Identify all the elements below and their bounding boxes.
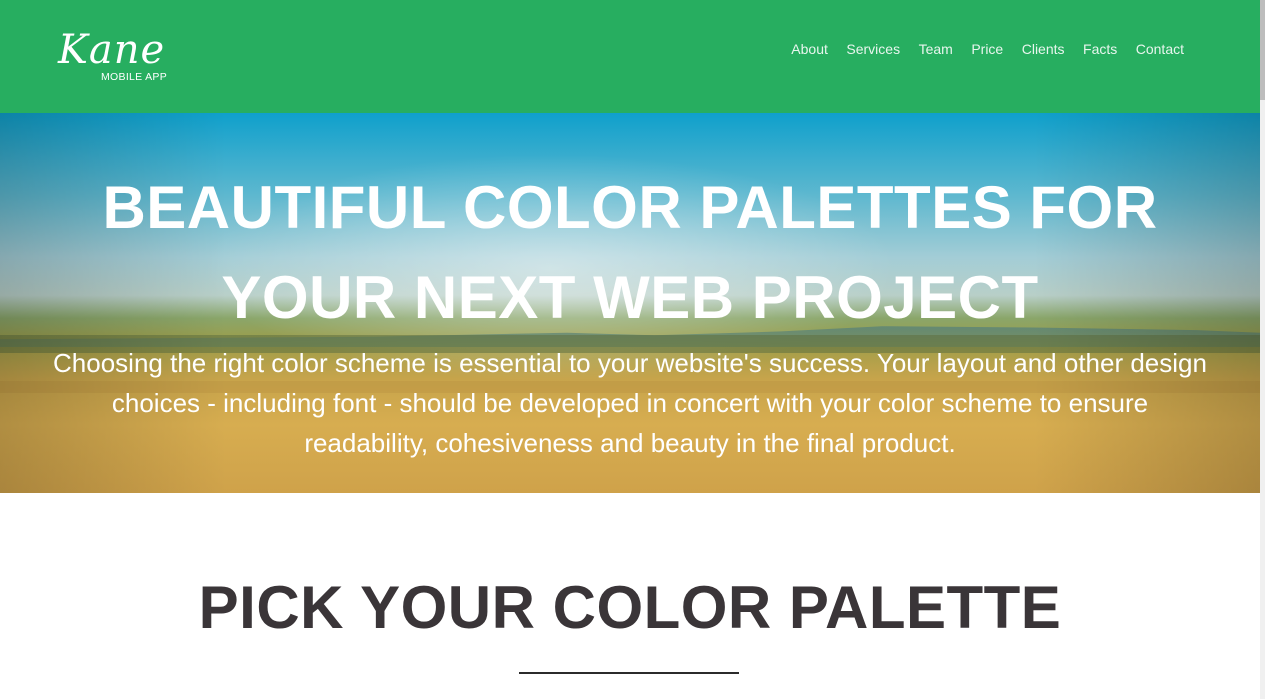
section-divider	[519, 672, 739, 674]
logo-wordmark: Kane	[58, 27, 166, 73]
hero-title-line-1: BEAUTIFUL COLOR PALETTES FOR	[102, 174, 1158, 241]
hero-description: Choosing the right color scheme is essen…	[53, 348, 1207, 458]
scrollbar-thumb[interactable]	[1260, 0, 1265, 100]
nav-about[interactable]: About	[791, 40, 828, 58]
nav-services[interactable]: Services	[846, 40, 900, 58]
page: Kane MOBILE APP About Services Team Pric…	[0, 0, 1260, 699]
nav-clients[interactable]: Clients	[1022, 40, 1065, 58]
logo-tagline: MOBILE APP	[101, 71, 168, 83]
scrollbar-track[interactable]	[1260, 0, 1265, 699]
hero-banner: BEAUTIFUL COLOR PALETTES FOR YOUR NEXT W…	[0, 113, 1260, 493]
main-nav: About Services Team Price Clients Facts …	[791, 40, 1184, 58]
section-title: PICK YOUR COLOR PALETTE	[198, 574, 1062, 641]
nav-team[interactable]: Team	[919, 40, 953, 58]
hero-title: BEAUTIFUL COLOR PALETTES FOR YOUR NEXT W…	[0, 163, 1260, 343]
nav-facts[interactable]: Facts	[1083, 40, 1117, 58]
logo[interactable]: Kane MOBILE APP	[58, 26, 188, 88]
nav-contact[interactable]: Contact	[1136, 40, 1184, 58]
nav-price[interactable]: Price	[971, 40, 1003, 58]
site-header: Kane MOBILE APP About Services Team Pric…	[0, 0, 1260, 113]
hero-title-line-2: YOUR NEXT WEB PROJECT	[221, 264, 1039, 331]
